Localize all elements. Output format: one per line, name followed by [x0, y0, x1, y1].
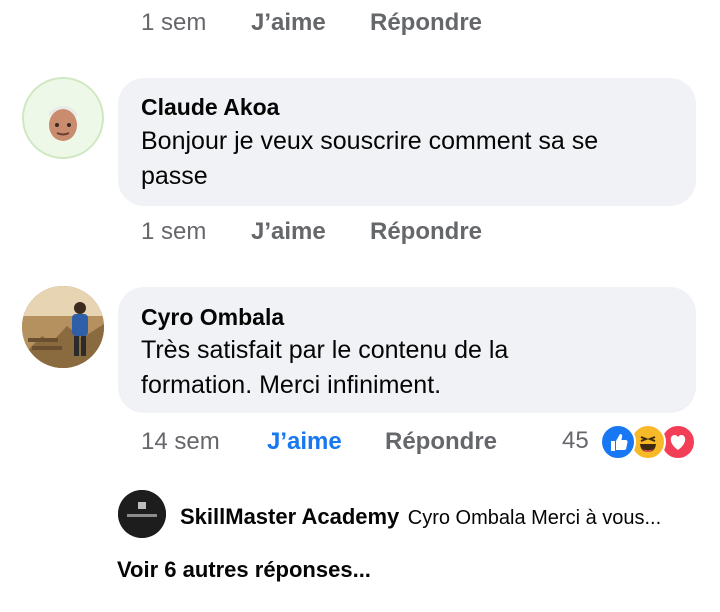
comment-time[interactable]: 1 sem: [141, 9, 206, 37]
comment-author[interactable]: Cyro Ombala: [141, 304, 284, 331]
comment-time[interactable]: 1 sem: [141, 218, 206, 246]
page-avatar[interactable]: [118, 490, 166, 538]
comment-time[interactable]: 14 sem: [141, 428, 220, 456]
logo-icon: [118, 490, 166, 538]
reply-button[interactable]: Répondre: [385, 428, 497, 456]
comment-text: Très satisfait par le contenu de la form…: [141, 336, 509, 399]
reply-preview[interactable]: SkillMaster Academy Cyro Ombala Merci à …: [180, 504, 661, 530]
like-button[interactable]: J’aime: [251, 9, 326, 37]
comment-text: Bonjour je veux souscrire comment sa se …: [141, 127, 599, 190]
more-replies-link[interactable]: Voir 6 autres réponses...: [117, 557, 371, 583]
like-button-active[interactable]: J’aime: [267, 428, 342, 456]
avatar[interactable]: [22, 286, 104, 368]
person-photo: [22, 77, 104, 159]
person-photo: [22, 286, 104, 368]
comment-author[interactable]: Claude Akoa: [141, 94, 279, 121]
reply-button[interactable]: Répondre: [370, 218, 482, 246]
comment-bubble: Claude Akoa Bonjour je veux souscrire co…: [118, 78, 696, 206]
comment-bubble: Cyro Ombala Très satisfait par le conten…: [118, 287, 696, 413]
like-icon[interactable]: [600, 424, 636, 460]
avatar[interactable]: [22, 77, 104, 159]
reaction-count[interactable]: 45: [562, 427, 589, 455]
like-button[interactable]: J’aime: [251, 218, 326, 246]
reply-author[interactable]: SkillMaster Academy: [180, 504, 399, 529]
reply-text: Cyro Ombala Merci à vous...: [407, 507, 662, 529]
reply-button[interactable]: Répondre: [370, 9, 482, 37]
